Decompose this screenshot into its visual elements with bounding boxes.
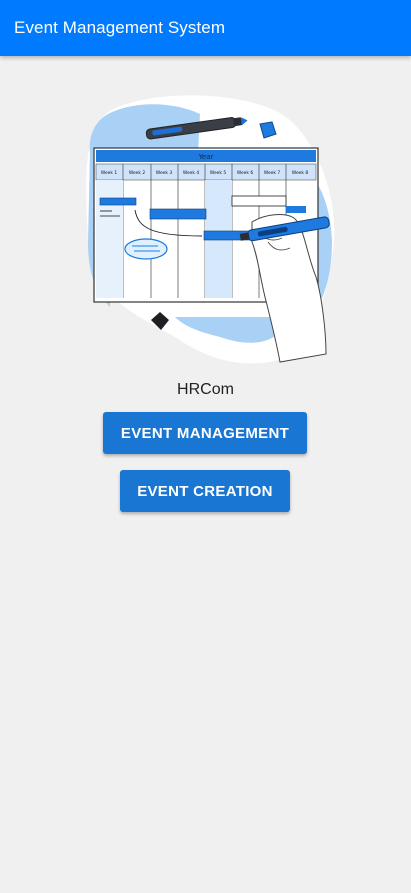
calendar-planning-illustration: Year Week 1 Week 2 Week 3 Week 4 Week 5 …	[86, 95, 335, 364]
week-label: Week 2	[129, 170, 145, 176]
app-screen: Event Management System Year Week 1 Week…	[0, 0, 411, 893]
year-label: Year	[198, 153, 214, 161]
week-label: Week 3	[156, 170, 172, 176]
week-label: Week 4	[183, 170, 199, 176]
week-label: Week 5	[210, 170, 226, 176]
company-name: HRCom	[177, 381, 234, 398]
week-label: Week 7	[264, 170, 280, 176]
app-title: Event Management System	[14, 18, 226, 37]
app-bar: Event Management System	[0, 0, 411, 56]
event-creation-button[interactable]: EVENT CREATION	[120, 470, 290, 512]
event-management-button[interactable]: EVENT MANAGEMENT	[103, 412, 307, 454]
week-label: Week 6	[237, 170, 253, 176]
week-label: Week 1	[101, 170, 117, 176]
week-label: Week 8	[292, 170, 308, 176]
